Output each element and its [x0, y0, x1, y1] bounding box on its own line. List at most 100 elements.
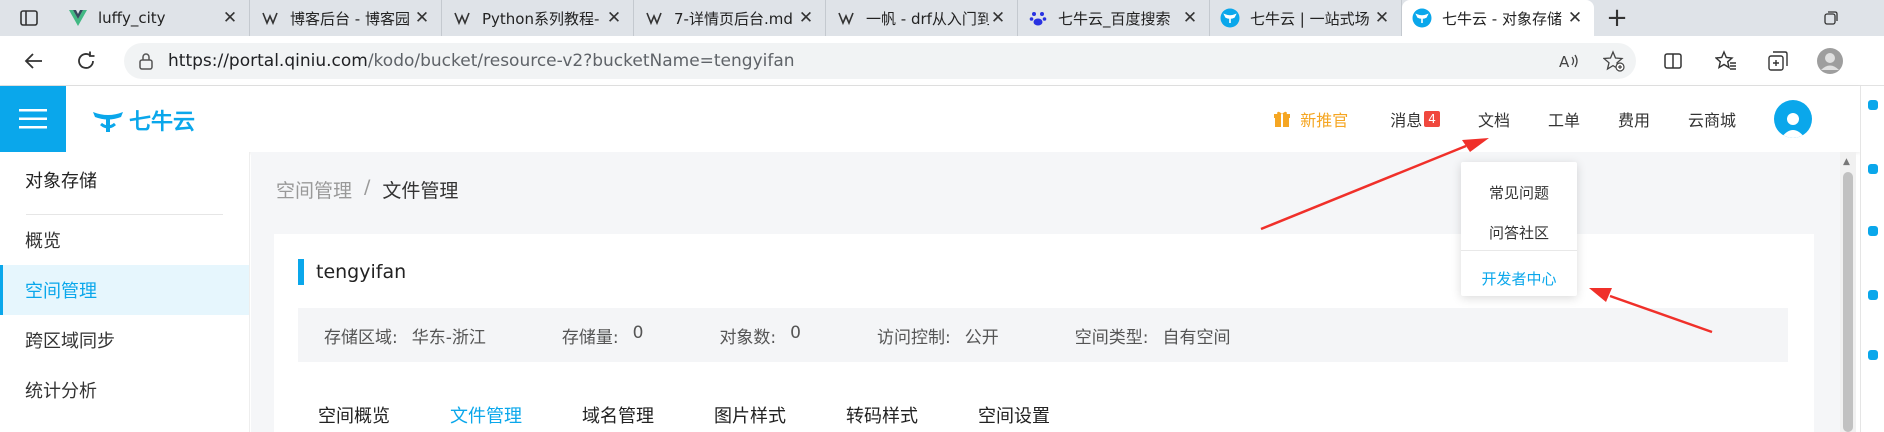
info-label: 空间类型:: [1074, 327, 1149, 348]
info-label: 存储区域:: [324, 327, 398, 348]
split-screen-icon: [1664, 53, 1682, 69]
menu-item-developer-center[interactable]: 开发者中心: [1461, 268, 1577, 289]
tab-bucket-overview[interactable]: 空间概览: [318, 402, 390, 428]
breadcrumb-current: 文件管理: [382, 180, 459, 202]
collections-button[interactable]: [1762, 45, 1794, 77]
menu-item-qa-community[interactable]: 问答社区: [1461, 222, 1577, 243]
billing-label: 费用: [1617, 111, 1650, 130]
dropdown-divider: [1461, 250, 1577, 251]
split-screen-button[interactable]: [1657, 45, 1689, 77]
add-favorite-icon[interactable]: [1592, 50, 1636, 72]
plus-icon: +: [1606, 3, 1628, 33]
scroll-up-arrow-icon[interactable]: ▲: [1843, 157, 1850, 167]
tab-close-icon[interactable]: ✕: [221, 8, 239, 28]
tab-actions-button[interactable]: [0, 0, 58, 36]
qiniu-icon: [1220, 8, 1240, 28]
gift-icon: [1274, 111, 1291, 127]
messages-link[interactable]: 消息 4: [1390, 107, 1440, 131]
reload-button[interactable]: [70, 45, 102, 77]
tab-close-icon[interactable]: ✕: [1181, 8, 1199, 28]
tab-close-icon[interactable]: ✕: [1373, 8, 1391, 28]
url-path: /kodo/bucket/resource-v2?bucketName=teng…: [367, 51, 795, 71]
tab-close-icon[interactable]: ✕: [989, 8, 1007, 28]
messages-count-badge: 4: [1424, 111, 1440, 127]
sidebar-item-cross-region-sync[interactable]: 跨区域同步: [0, 315, 249, 365]
bucket-title: tengyifan: [298, 259, 407, 285]
browser-tab[interactable]: 7-详情页后台.md ✕: [634, 0, 826, 36]
mall-link[interactable]: 云商城: [1688, 107, 1736, 131]
breadcrumb: 空间管理 / 文件管理: [276, 176, 458, 203]
info-value: 0: [632, 322, 644, 343]
cnblogs-icon: [452, 8, 472, 28]
browser-tab-active[interactable]: 七牛云 - 对象存储 ✕: [1402, 0, 1594, 36]
side-panel-icon[interactable]: [1868, 350, 1878, 360]
browser-tab[interactable]: 博客后台 - 博客园 ✕: [250, 0, 442, 36]
arrow-left-icon: [24, 53, 42, 69]
hamburger-icon: [19, 109, 47, 129]
tab-title: luffy_city: [98, 9, 166, 27]
sidebar-item-bucket-management[interactable]: 空间管理: [0, 265, 249, 315]
side-panel-icon[interactable]: [1868, 226, 1878, 236]
bucket-info-bar: 存储区域: 华东-浙江 存储量: 0 对象数: 0 访问控制: 公开 空间类型: 自有空间: [298, 308, 1788, 362]
tab-title: 一帆 - drf从入门到: [866, 9, 989, 28]
browser-tab[interactable]: luffy_city ✕: [58, 0, 250, 36]
cnblogs-icon: [836, 8, 856, 28]
favorites-star-icon: [1715, 50, 1736, 70]
tab-title: 7-详情页后台.md: [674, 9, 793, 28]
side-panel-icon[interactable]: [1868, 164, 1878, 174]
side-panel-icon[interactable]: [1868, 100, 1878, 110]
address-bar[interactable]: https://portal.qiniu.com/kodo/bucket/res…: [124, 43, 1636, 79]
bucket-tabs: 空间概览 文件管理 域名管理 图片样式 转码样式 空间设置: [318, 402, 1110, 428]
user-avatar[interactable]: [1774, 100, 1812, 138]
tab-bucket-settings[interactable]: 空间设置: [978, 402, 1050, 428]
window-restore-button[interactable]: [1808, 0, 1854, 36]
tickets-link[interactable]: 工单: [1548, 107, 1580, 131]
breadcrumb-parent-link[interactable]: 空间管理: [276, 176, 352, 203]
side-menu: 对象存储 概览 空间管理 跨区域同步 统计分析: [0, 152, 250, 432]
tab-transcode-styles[interactable]: 转码样式: [846, 402, 918, 428]
menu-toggle-button[interactable]: [0, 86, 66, 152]
tab-actions-icon: [20, 10, 38, 26]
sidebar-item-overview[interactable]: 概览: [0, 215, 249, 265]
favorites-button[interactable]: [1710, 45, 1742, 77]
tab-close-icon[interactable]: ✕: [797, 8, 815, 28]
user-icon: [1781, 113, 1805, 138]
back-button[interactable]: [18, 45, 50, 77]
docs-link[interactable]: 文档: [1478, 107, 1510, 131]
new-tab-button[interactable]: +: [1594, 0, 1640, 36]
info-bucket-type: 空间类型: 自有空间: [1075, 323, 1231, 348]
site-header: 七牛云 新推官 消息 4 文档 工单 费用 云商城: [0, 86, 1860, 152]
restore-icon: [1824, 11, 1838, 25]
browser-tab[interactable]: 七牛云 | 一站式场 ✕: [1210, 0, 1402, 36]
tab-close-icon[interactable]: ✕: [413, 8, 431, 28]
browser-tab[interactable]: Python系列教程- ✕: [442, 0, 634, 36]
menu-item-faq[interactable]: 常见问题: [1461, 182, 1577, 203]
url-text: https://portal.qiniu.com/kodo/bucket/res…: [168, 51, 1548, 71]
cnblogs-icon: [260, 8, 280, 28]
cnblogs-icon: [644, 8, 664, 28]
qiniu-logo-icon: [93, 112, 123, 132]
lock-icon: [124, 52, 168, 70]
side-panel-icon[interactable]: [1868, 290, 1878, 300]
bucket-title-accent: [298, 259, 304, 285]
page-scrollbar-thumb[interactable]: [1843, 172, 1853, 432]
tab-close-icon[interactable]: ✕: [605, 8, 623, 28]
bucket-name: tengyifan: [316, 261, 407, 283]
sidebar-item-statistics[interactable]: 统计分析: [0, 365, 249, 415]
tab-image-styles[interactable]: 图片样式: [714, 402, 786, 428]
tab-domain-management[interactable]: 域名管理: [582, 402, 654, 428]
tab-title: 七牛云_百度搜索: [1058, 9, 1171, 28]
browser-tab[interactable]: 一帆 - drf从入门到 ✕: [826, 0, 1018, 36]
qiniu-icon: [1412, 8, 1432, 28]
read-aloud-icon[interactable]: A: [1548, 52, 1592, 70]
browser-tab[interactable]: 七牛云_百度搜索 ✕: [1018, 0, 1210, 36]
profile-avatar-icon: [1817, 48, 1843, 74]
promo-link[interactable]: 新推官: [1274, 107, 1348, 131]
baidu-paw-icon: [1028, 8, 1048, 28]
tab-close-icon[interactable]: ✕: [1566, 8, 1584, 28]
tab-file-management[interactable]: 文件管理: [450, 402, 522, 428]
qiniu-logo[interactable]: 七牛云: [91, 104, 195, 136]
billing-link[interactable]: 费用: [1618, 107, 1650, 131]
profile-button[interactable]: [1814, 45, 1846, 77]
info-value: 0: [790, 322, 801, 343]
